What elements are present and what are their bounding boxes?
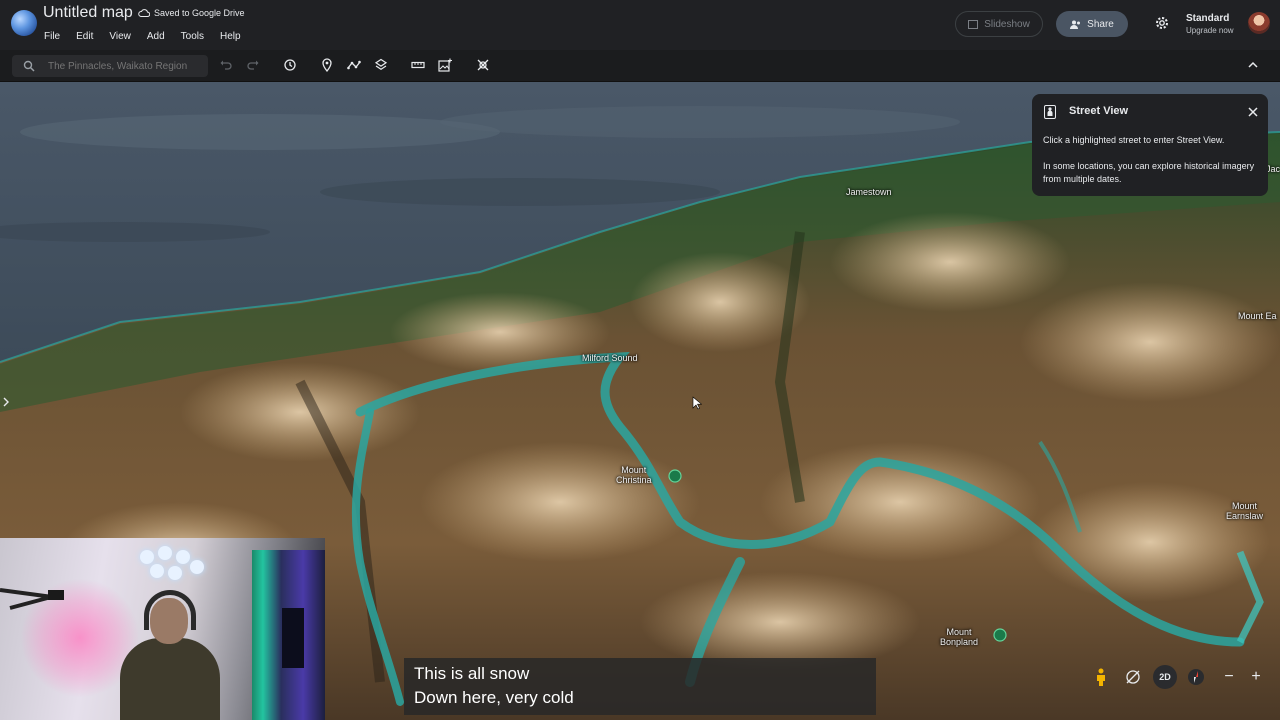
label-mount-bonpland[interactable]: Mount Bonpland [940,627,978,647]
street-view-instruction: Click a highlighted street to enter Stre… [1043,135,1225,145]
label-mount-bonpland-line2: Bonpland [940,637,979,647]
cam-light-panel [158,546,172,560]
app-header: Untitled map Saved to Google Drive File … [0,0,1280,50]
layers-icon[interactable] [374,58,388,72]
label-mount-earnslaw-line1: Mount [1232,501,1258,511]
tilt-toggle-button[interactable] [1122,666,1144,688]
google-earth-logo[interactable] [11,10,37,36]
path-icon[interactable] [347,58,361,72]
menu-bar: File Edit View Add Tools Help [44,31,257,42]
slideshow-label: Slideshow [984,18,1030,30]
street-view-history-note: In some locations, you can explore histo… [1043,161,1255,184]
plan-name: Standard [1186,13,1230,24]
menu-file[interactable]: File [44,31,67,42]
cam-door-inner [282,608,304,668]
slideshow-icon [968,19,979,29]
pin-icon[interactable] [320,58,334,72]
cam-light-panel [168,566,182,580]
history-icon[interactable] [283,58,297,72]
label-mount-christina[interactable]: Mount Christina [616,465,652,485]
add-image-icon[interactable] [438,58,452,72]
label-milford-sound[interactable]: Milford Sound [582,353,638,363]
headset-icon [144,590,196,630]
account-avatar[interactable] [1248,12,1270,34]
cam-person-body [120,638,220,720]
mouse-cursor-icon [692,396,702,410]
subtitle-caption: This is all snow Down here, very cold [404,658,876,715]
cam-light-panel [190,560,204,574]
toolbar [0,50,1280,82]
label-mount-earnslaw[interactable]: Mount Earnslaw [1226,501,1263,521]
cam-light-panel [150,564,164,578]
cam-light-panel [176,550,190,564]
label-mount-edge[interactable]: Mount Ea [1238,311,1277,321]
zoom-in-button[interactable]: + [1245,666,1267,688]
street-view-icon [1044,105,1056,119]
label-jamestown[interactable]: Jamestown [846,187,892,197]
app-window: Untitled map Saved to Google Drive File … [0,0,1280,720]
no-pin-icon[interactable] [476,58,490,72]
map-title[interactable]: Untitled map [43,4,133,22]
menu-help[interactable]: Help [220,31,248,42]
share-button[interactable]: Share [1056,11,1128,37]
close-icon[interactable] [1247,106,1259,118]
pegman-icon [1097,668,1105,686]
ruler-icon[interactable] [411,58,425,72]
label-edge[interactable]: Jac [1266,164,1280,174]
menu-edit[interactable]: Edit [76,31,100,42]
expand-panel-chevron-icon[interactable] [0,392,12,412]
menu-add[interactable]: Add [147,31,172,42]
microphone-boom-icon [0,588,64,610]
caption-line-2: Down here, very cold [414,688,574,707]
share-label: Share [1087,18,1114,30]
label-mount-bonpland-line1: Mount [946,627,972,637]
cloud-saved-icon [138,9,150,17]
save-status: Saved to Google Drive [154,8,245,18]
webcam-overlay [0,538,325,720]
label-mount-christina-line1: Mount [621,465,647,475]
undo-icon[interactable] [219,58,233,72]
redo-icon[interactable] [246,58,260,72]
view-mode-2d-button[interactable]: 2D [1153,665,1177,689]
search-icon [23,60,35,72]
pegman-button[interactable] [1090,666,1112,688]
slideshow-button[interactable]: Slideshow [955,11,1043,37]
cam-light-panel [140,550,154,564]
menu-tools[interactable]: Tools [181,31,211,42]
label-mount-christina-line2: Christina [616,475,652,485]
upgrade-link[interactable]: Upgrade now [1186,26,1234,35]
street-view-panel: Street View Click a highlighted street t… [1032,94,1268,196]
label-mount-earnslaw-line2: Earnslaw [1226,511,1264,521]
menu-view[interactable]: View [109,31,138,42]
caption-line-1: This is all snow [414,664,530,683]
chevron-up-icon[interactable] [1246,58,1260,72]
street-view-title: Street View [1069,105,1129,117]
zoom-out-button[interactable]: − [1218,666,1240,688]
search-input[interactable] [48,58,204,74]
settings-gear-icon[interactable] [1154,15,1170,31]
compass-button[interactable] [1185,666,1207,688]
no-tilt-icon [1126,670,1140,684]
search-box[interactable] [12,55,208,77]
people-icon [1070,20,1081,29]
compass-icon [1188,669,1204,685]
